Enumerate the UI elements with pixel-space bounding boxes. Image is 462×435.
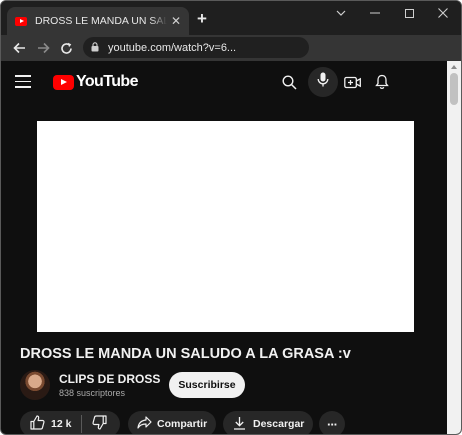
youtube-logo-text: YouTube: [76, 73, 138, 90]
menu-icon[interactable]: [15, 75, 31, 88]
scrollbar-thumb[interactable]: [450, 73, 458, 105]
title-bar: DROSS LE MANDA UN SALUDO A LA GRASA :v ✕…: [1, 1, 461, 35]
address-bar[interactable]: youtube.com/watch?v=6...: [83, 37, 309, 58]
back-arrow-icon[interactable]: [11, 40, 27, 56]
tab-search-icon[interactable]: [331, 5, 351, 21]
channel-name[interactable]: CLIPS DE DROSS: [59, 372, 160, 386]
page-scrollbar[interactable]: [447, 61, 461, 434]
browser-tab[interactable]: DROSS LE MANDA UN SALUDO A LA GRASA :v ✕: [7, 7, 189, 35]
youtube-favicon-icon: [15, 16, 27, 26]
minimize-icon[interactable]: [365, 5, 385, 21]
youtube-play-icon: [53, 74, 74, 90]
download-label: Descargar: [253, 418, 305, 430]
voice-search-button[interactable]: [308, 67, 338, 97]
like-dislike-group: 12 k: [20, 411, 120, 434]
youtube-logo[interactable]: YouTube: [53, 73, 138, 91]
download-button[interactable]: Descargar: [223, 411, 313, 434]
forward-arrow-icon[interactable]: [35, 40, 51, 56]
video-title: DROSS LE MANDA UN SALUDO A LA GRASA :v: [20, 346, 351, 362]
video-player[interactable]: [37, 121, 414, 332]
tab-title: DROSS LE MANDA UN SALUDO A LA GRASA :v: [35, 15, 167, 27]
subscribe-button[interactable]: Suscribirse: [169, 372, 245, 398]
download-icon: [233, 416, 246, 433]
reload-icon[interactable]: [58, 40, 74, 56]
share-button[interactable]: Compartir: [128, 411, 216, 434]
scroll-up-arrow-icon[interactable]: [451, 65, 457, 69]
share-label: Compartir: [157, 418, 208, 430]
like-divider: [81, 415, 83, 433]
search-icon[interactable]: [279, 72, 299, 92]
maximize-icon[interactable]: [399, 5, 419, 21]
thumbs-down-icon: [92, 415, 108, 433]
subscriber-count: 838 suscriptores: [59, 388, 126, 398]
like-count: 12 k: [51, 418, 72, 430]
browser-toolbar: youtube.com/watch?v=6...: [1, 35, 461, 61]
close-window-icon[interactable]: [433, 5, 453, 21]
mic-icon: [317, 72, 329, 92]
like-button[interactable]: 12 k: [30, 415, 71, 433]
new-tab-button[interactable]: +: [197, 10, 207, 27]
tab-close-icon[interactable]: ✕: [171, 14, 181, 28]
lock-icon: [91, 39, 99, 57]
create-icon[interactable]: [342, 72, 362, 92]
browser-window: DROSS LE MANDA UN SALUDO A LA GRASA :v ✕…: [0, 0, 462, 435]
youtube-header: YouTube: [1, 61, 447, 103]
more-icon: ···: [327, 416, 338, 432]
notifications-icon[interactable]: [372, 72, 392, 92]
url-text: youtube.com/watch?v=6...: [108, 41, 237, 54]
share-icon: [137, 416, 152, 432]
more-actions-button[interactable]: ···: [319, 411, 345, 434]
dislike-button[interactable]: [92, 415, 108, 433]
thumbs-up-icon: [30, 415, 45, 433]
channel-avatar[interactable]: [20, 370, 50, 400]
